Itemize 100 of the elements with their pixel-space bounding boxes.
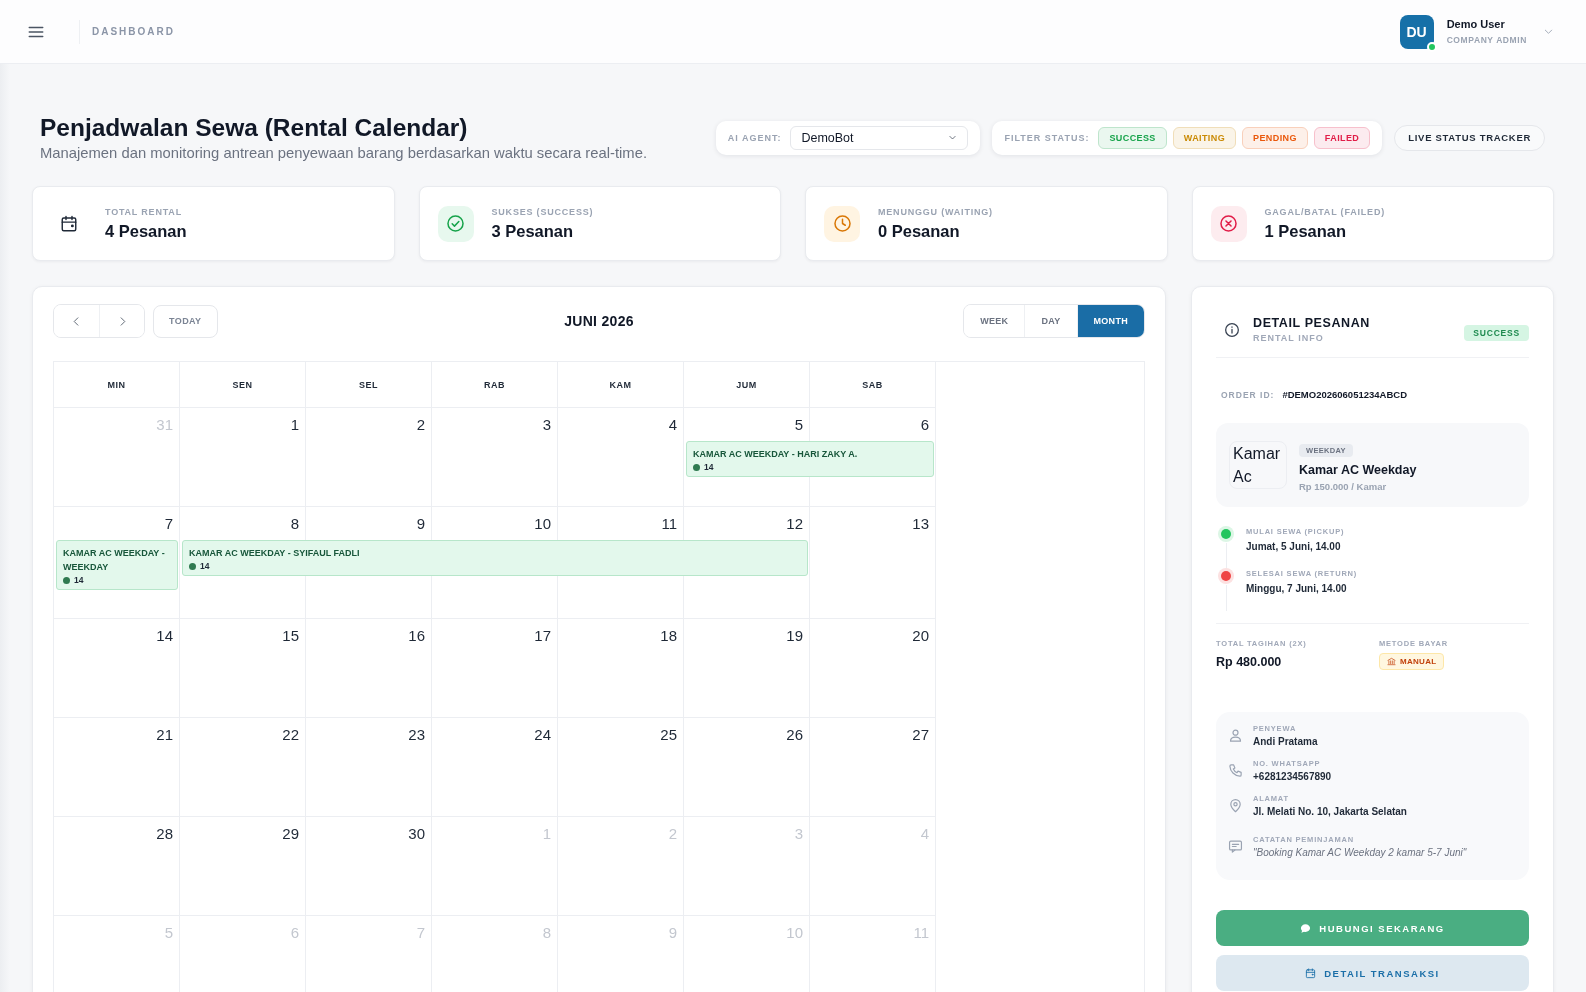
date-number: 7 [416, 923, 425, 943]
transaction-button[interactable]: DETAIL TRANSAKSI [1216, 955, 1529, 991]
message-icon [1228, 839, 1243, 854]
map-pin-icon [1228, 798, 1243, 813]
panel-subtitle: RENTAL INFO [1253, 333, 1325, 343]
date-number: 6 [290, 923, 299, 943]
breadcrumb-label: DASHBOARD [92, 26, 175, 37]
product-price: Rp 150.000 / Kamar [1299, 480, 1388, 492]
status-filter-chip[interactable]: WAITING [1172, 126, 1237, 149]
weekday-label: MIN [107, 379, 126, 390]
event-count: 14 [704, 462, 714, 472]
stat-label: SUKSES (SUCCESS) [491, 206, 594, 217]
weekday-label: KAM [609, 379, 632, 390]
next-button[interactable] [99, 305, 144, 337]
agent-label: AI AGENT: [727, 132, 782, 143]
date-number: 29 [282, 824, 299, 844]
order-id-value: #DEMO202606051234ABCD [1282, 389, 1408, 400]
chevron-down-icon [948, 133, 958, 142]
product-name: Kamar AC Weekday [1299, 462, 1417, 477]
stat-value: 0 Pesanan [878, 221, 961, 241]
status-filter-chip[interactable]: SUCCESS [1098, 126, 1167, 149]
today-button[interactable]: TODAY [153, 304, 218, 338]
page-title: Penjadwalan Sewa (Rental Calendar) [40, 114, 468, 142]
detail-value: Jl. Melati No. 10, Jakarta Selatan [1253, 806, 1407, 817]
calendar-event[interactable]: KAMAR AC WEEKDAY - SYIFAUL FADLI 14 [182, 540, 808, 576]
date-number: 11 [913, 923, 929, 943]
date-number: 24 [534, 725, 551, 745]
status-filter-chip[interactable]: FAILED [1313, 126, 1371, 149]
total-value: Rp 480.000 [1216, 655, 1283, 669]
stat-value: 3 Pesanan [491, 221, 575, 241]
date-number: 13 [912, 514, 929, 534]
weekday-label: RAB [484, 379, 505, 390]
date-number: 17 [534, 626, 551, 646]
stat-value: 1 Pesanan [1264, 221, 1348, 241]
order-id-label: ORDER ID: [1221, 390, 1275, 400]
user-name: Demo User [1446, 18, 1506, 30]
calendar-icon [60, 214, 78, 233]
stat-label: GAGAL/BATAL (FAILED) [1264, 206, 1385, 217]
date-number: 19 [786, 626, 803, 646]
date-number: 18 [660, 626, 677, 646]
timeline-value: Jumat, 5 Juni, 14.00 [1246, 541, 1342, 552]
date-number: 10 [786, 923, 803, 943]
chevron-down-icon[interactable] [1543, 26, 1554, 37]
filter-label: FILTER STATUS: [1004, 132, 1090, 143]
date-number: 28 [156, 824, 173, 844]
status-dot-icon [63, 576, 70, 584]
date-number: 23 [408, 725, 425, 745]
date-number: 1 [290, 415, 299, 435]
date-number: 22 [282, 725, 299, 745]
agent-select[interactable]: DemoBot [790, 125, 969, 150]
calendar-icon [1305, 967, 1317, 979]
date-number: 4 [668, 415, 677, 435]
stat-value: 4 Pesanan [105, 221, 187, 241]
date-number: 3 [542, 415, 551, 435]
panel-title: DETAIL PESANAN [1253, 316, 1370, 330]
calendar-event[interactable]: KAMAR AC WEEKDAY - HARI ZAKY A. 14 [686, 441, 934, 477]
view-tab[interactable]: MONTH [1076, 305, 1144, 337]
calendar-event[interactable]: KAMAR AC WEEKDAY - WEEKDAY 14 [56, 540, 178, 590]
date-number: 11 [661, 514, 677, 534]
status-filter-chip[interactable]: PENDING [1242, 126, 1308, 149]
page-subtitle: Manajemen dan monitoring antrean penyewaan barang berdasarkan waktu secara real-time. [40, 145, 648, 161]
date-number: 14 [156, 626, 173, 646]
date-number: 26 [786, 725, 803, 745]
event-title: KAMAR AC WEEKDAY - SYIFAUL FADLI [189, 547, 361, 560]
date-number: 12 [786, 514, 803, 534]
payment-method-value: MANUAL [1400, 657, 1437, 666]
timeline-value: Minggu, 7 Juni, 14.00 [1246, 583, 1348, 594]
date-number: 9 [668, 923, 677, 943]
user-role: COMPANY ADMIN [1446, 35, 1527, 45]
contact-button[interactable]: HUBUNGI SEKARANG [1216, 910, 1529, 946]
event-count: 14 [74, 575, 84, 585]
date-number: 6 [920, 415, 929, 435]
live-status-tracker-button[interactable]: LIVE STATUS TRACKER [1394, 124, 1545, 151]
date-number: 5 [794, 415, 803, 435]
bank-icon [1387, 657, 1396, 666]
info-icon [1224, 321, 1240, 338]
date-number: 15 [282, 626, 299, 646]
date-number: 7 [164, 514, 173, 534]
chat-bubble-icon [1300, 922, 1312, 934]
stat-label: TOTAL RENTAL [105, 206, 183, 217]
weekday-label: SAB [862, 379, 883, 390]
status-badge: SUCCESS [1464, 324, 1529, 341]
detail-value: +6281234567890 [1253, 771, 1332, 782]
phone-icon [1228, 763, 1243, 778]
detail-value: "Booking Kamar AC Weekday 2 kamar 5-7 Juni" [1253, 847, 1467, 858]
date-number: 25 [660, 725, 677, 745]
date-number: 5 [164, 923, 173, 943]
date-number: 20 [912, 626, 929, 646]
detail-value: Andi Pratama [1253, 736, 1318, 747]
date-number: 4 [920, 824, 929, 844]
date-number: 27 [912, 725, 929, 745]
stat-label: MENUNGGU (WAITING) [878, 206, 993, 217]
date-number: 21 [156, 725, 173, 745]
thumbnail-alt-text: Kamar Ac [1229, 441, 1287, 489]
date-number: 10 [534, 514, 551, 534]
user-avatar[interactable]: DU [1399, 14, 1434, 49]
person-icon [1228, 728, 1243, 743]
clock-icon [824, 205, 860, 242]
date-number: 8 [290, 514, 299, 534]
date-number: 16 [408, 626, 425, 646]
